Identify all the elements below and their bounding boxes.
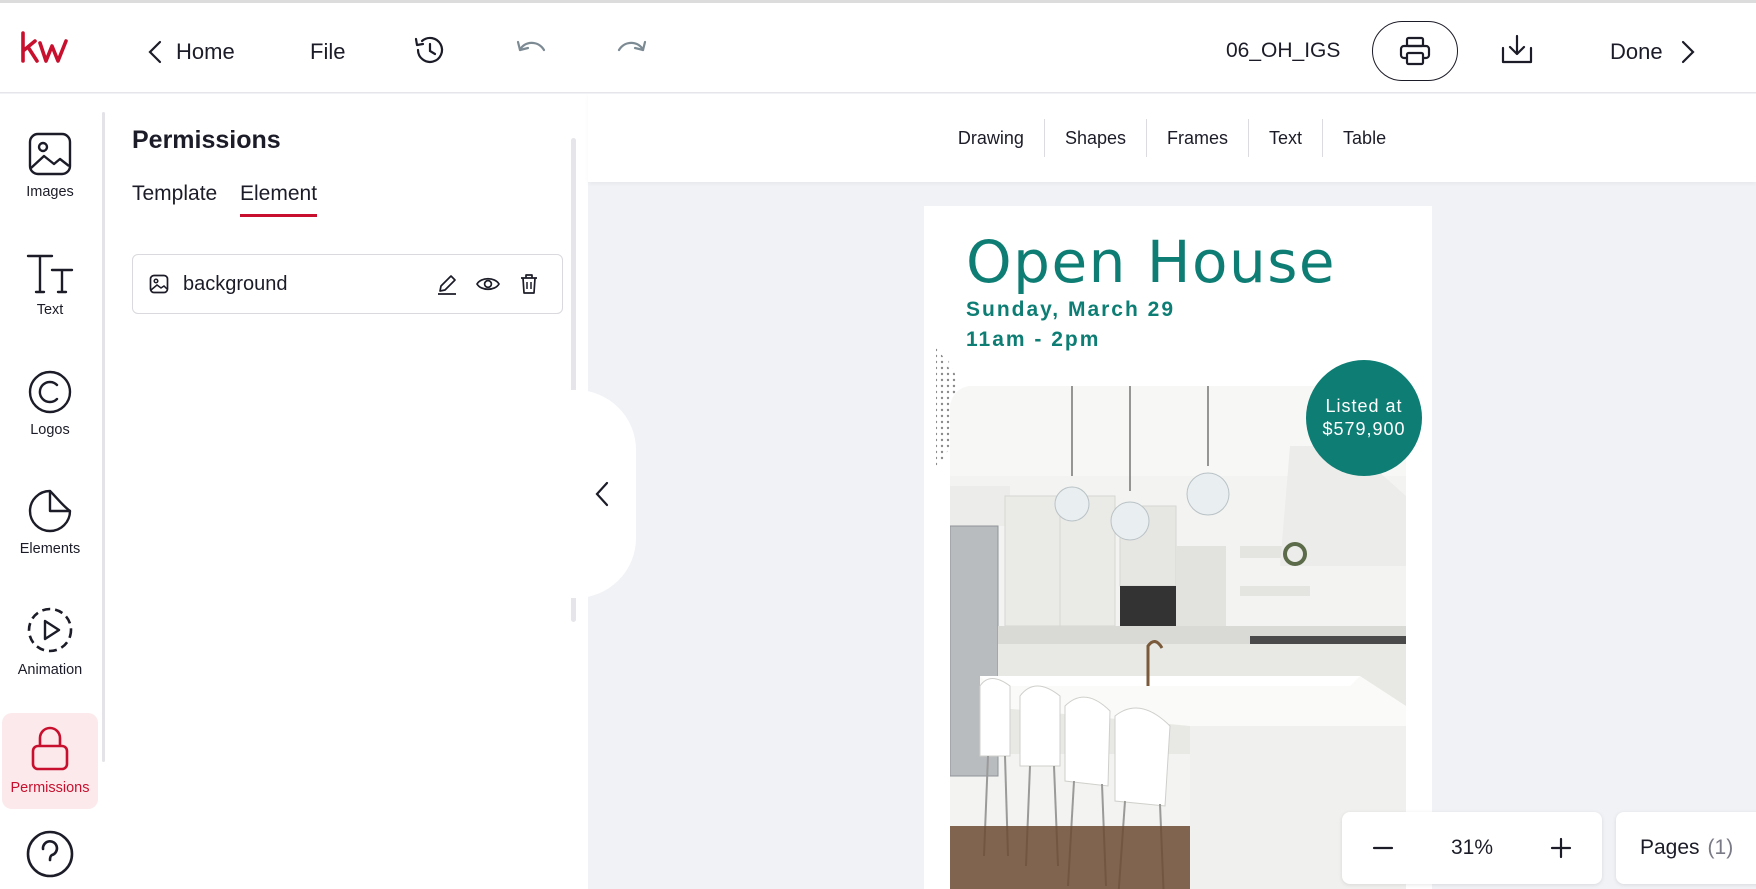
undo-icon[interactable] bbox=[514, 36, 548, 60]
chevron-right-icon bbox=[1681, 40, 1695, 64]
pages-button[interactable]: Pages (1) bbox=[1616, 812, 1756, 884]
flyer-title[interactable]: Open House bbox=[966, 228, 1336, 296]
badge-line2: $579,900 bbox=[1322, 419, 1406, 439]
rail-label: Permissions bbox=[10, 780, 90, 796]
rail-item-elements[interactable]: Elements bbox=[2, 475, 98, 571]
done-button[interactable]: Done bbox=[1610, 39, 1695, 65]
collapse-panel-button[interactable] bbox=[568, 390, 636, 598]
flyer-date[interactable]: Sunday, March 29 bbox=[966, 298, 1175, 322]
zoom-out-icon[interactable] bbox=[1372, 837, 1394, 859]
canvas-toolbar: Drawing Shapes Frames Text Table bbox=[588, 94, 1756, 182]
badge-line1: Listed at bbox=[1325, 396, 1403, 416]
history-icon[interactable] bbox=[412, 33, 446, 67]
rail-item-logos[interactable]: Logos bbox=[2, 356, 98, 452]
layer-actions bbox=[436, 273, 540, 295]
zoom-control: 31% bbox=[1342, 812, 1602, 884]
home-label: Home bbox=[176, 39, 235, 64]
tab-template[interactable]: Template bbox=[132, 182, 217, 214]
rail-label: Animation bbox=[17, 662, 83, 678]
tab-element[interactable]: Element bbox=[240, 182, 318, 217]
tool-drawing[interactable]: Drawing bbox=[938, 119, 1045, 157]
lock-icon bbox=[31, 726, 69, 771]
rail-item-permissions[interactable]: Permissions bbox=[2, 713, 98, 809]
help-icon bbox=[26, 830, 74, 878]
rail-item-text[interactable]: Text bbox=[2, 237, 98, 333]
panel-title: Permissions bbox=[132, 126, 281, 154]
rail-scrollbar[interactable] bbox=[102, 112, 105, 762]
chevron-left-icon bbox=[148, 40, 162, 64]
zoom-value[interactable]: 31% bbox=[1451, 836, 1493, 860]
done-label: Done bbox=[1610, 39, 1663, 64]
rail-label: Elements bbox=[19, 541, 81, 557]
download-icon[interactable] bbox=[1500, 34, 1534, 66]
pages-label: Pages bbox=[1640, 836, 1700, 859]
kw-logo[interactable] bbox=[20, 31, 70, 65]
eye-icon[interactable] bbox=[476, 273, 500, 295]
image-icon bbox=[28, 132, 72, 176]
rail-label: Logos bbox=[30, 422, 70, 438]
tool-table[interactable]: Table bbox=[1323, 119, 1406, 157]
permissions-panel: Permissions Template Element background bbox=[108, 94, 588, 889]
text-icon bbox=[26, 254, 74, 294]
image-icon bbox=[149, 274, 169, 294]
trash-icon[interactable] bbox=[518, 273, 540, 295]
price-badge[interactable]: Listed at $579,900 bbox=[1306, 360, 1422, 476]
document-name[interactable]: 06_OH_IGS bbox=[1226, 39, 1340, 63]
print-button[interactable] bbox=[1372, 21, 1458, 81]
tool-frames[interactable]: Frames bbox=[1147, 119, 1250, 157]
flyer-time[interactable]: 11am - 2pm bbox=[966, 328, 1100, 352]
chevron-left-icon bbox=[595, 481, 609, 507]
play-circle-icon bbox=[27, 607, 73, 653]
pages-count: (1) bbox=[1707, 836, 1734, 859]
left-rail: Images Text Logos Elements Animation Per… bbox=[0, 94, 108, 889]
printer-icon bbox=[1399, 36, 1431, 66]
home-button[interactable]: Home bbox=[148, 39, 235, 65]
zoom-in-icon[interactable] bbox=[1550, 837, 1572, 859]
tool-shapes[interactable]: Shapes bbox=[1045, 119, 1148, 157]
file-menu[interactable]: File bbox=[310, 39, 345, 65]
pie-icon bbox=[28, 489, 72, 533]
rail-label: Images bbox=[26, 184, 74, 200]
layer-name: background bbox=[183, 272, 288, 295]
copyright-icon bbox=[28, 370, 72, 414]
rail-item-images[interactable]: Images bbox=[2, 118, 98, 214]
flyer-canvas[interactable]: Open House Sunday, March 29 11am - 2pm L… bbox=[924, 206, 1432, 889]
rail-label: Text bbox=[36, 302, 64, 318]
rail-item-animation[interactable]: Animation bbox=[2, 594, 98, 690]
pencil-icon[interactable] bbox=[436, 273, 458, 295]
top-bar: Home File 06_OH_IGS Done bbox=[0, 0, 1756, 93]
tool-text[interactable]: Text bbox=[1249, 119, 1324, 157]
redo-icon[interactable] bbox=[615, 36, 649, 60]
layer-row[interactable]: background bbox=[132, 254, 563, 314]
rail-item-help[interactable] bbox=[2, 829, 98, 889]
